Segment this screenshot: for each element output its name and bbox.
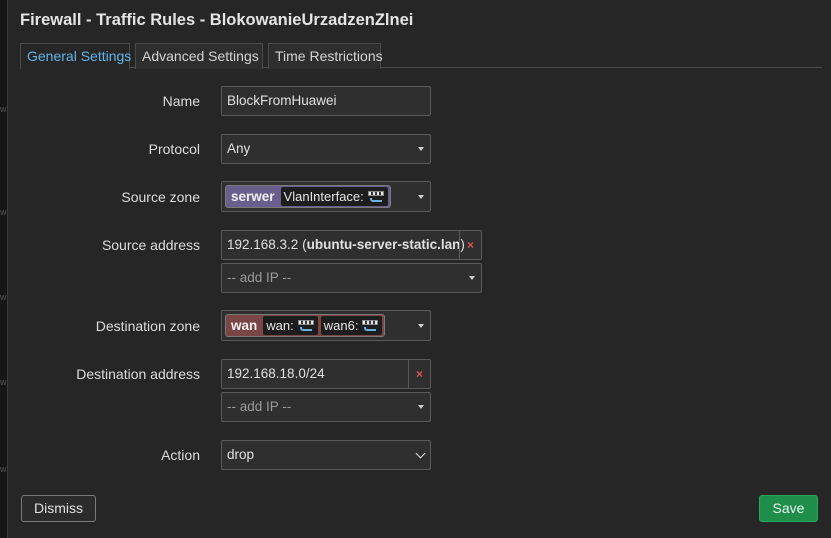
interface-label: wan6:	[323, 318, 359, 333]
caret-down-icon	[418, 194, 424, 199]
source-hostname-text: ubuntu-server-static.lan	[306, 237, 461, 252]
interface-label: VlanInterface:	[283, 189, 364, 204]
destination-ip-text: 192.168.18.0/24	[227, 366, 325, 381]
tab-time-restrictions[interactable]: Time Restrictions	[268, 43, 383, 69]
add-ip-placeholder: -- add IP --	[227, 399, 292, 414]
destination-zone-badge: wan wan: wan6:	[225, 314, 386, 337]
source-zone-interface: VlanInterface:	[280, 187, 388, 206]
action-value: drop	[227, 447, 255, 462]
tab-bar: General Settings Advanced Settings Time …	[20, 43, 822, 69]
name-label: Name	[162, 93, 200, 109]
network-port-icon	[297, 319, 315, 333]
destination-address-value[interactable]: 192.168.18.0/24 ×	[221, 359, 431, 389]
caret-down-icon	[469, 276, 475, 280]
name-input[interactable]: BlockFromHuawei	[221, 86, 431, 116]
save-button[interactable]: Save	[759, 495, 818, 522]
destination-zone-interface-wan6: wan6:	[320, 316, 383, 335]
network-port-icon	[367, 190, 385, 204]
remove-destination-address-button[interactable]: ×	[408, 360, 430, 388]
tab-general-settings[interactable]: General Settings	[20, 43, 131, 69]
action-label: Action	[161, 447, 200, 463]
source-add-ip-select[interactable]: -- add IP --	[221, 263, 482, 293]
tab-advanced-settings[interactable]: Advanced Settings	[135, 43, 263, 69]
source-ip-text: 192.168.3.2 (	[227, 237, 307, 252]
traffic-rule-dialog: Firewall - Traffic Rules - BlokowanieUrz…	[7, 0, 831, 538]
action-select[interactable]: drop	[221, 440, 431, 470]
interface-label: wan:	[266, 318, 294, 333]
destination-zone-label: Destination zone	[95, 318, 200, 334]
destination-add-ip-select[interactable]: -- add IP --	[221, 392, 431, 422]
caret-down-icon	[418, 147, 424, 151]
destination-zone-select[interactable]: wan wan: wan6:	[221, 310, 431, 341]
source-zone-select[interactable]: serwer VlanInterface:	[221, 181, 431, 212]
source-address-value[interactable]: 192.168.3.2 (ubuntu-server-static.lan) ×	[221, 230, 482, 260]
source-zone-label: Source zone	[121, 189, 200, 205]
protocol-value: Any	[227, 141, 251, 156]
source-zone-name: serwer	[231, 189, 275, 204]
dismiss-button[interactable]: Dismiss	[21, 495, 96, 522]
remove-source-address-button[interactable]: ×	[459, 231, 481, 259]
source-address-label: Source address	[101, 237, 200, 253]
dialog-title: Firewall - Traffic Rules - BlokowanieUrz…	[20, 11, 414, 29]
protocol-select[interactable]: Any	[221, 134, 431, 164]
destination-zone-name: wan	[231, 318, 258, 333]
caret-down-icon	[418, 405, 424, 409]
add-ip-placeholder: -- add IP --	[227, 270, 292, 285]
destination-zone-interface-wan: wan:	[263, 316, 318, 335]
source-zone-badge: serwer VlanInterface:	[225, 185, 391, 208]
destination-address-label: Destination address	[76, 366, 200, 382]
network-port-icon	[361, 319, 379, 333]
caret-down-icon	[418, 323, 424, 328]
protocol-label: Protocol	[148, 141, 200, 157]
chevron-down-icon	[415, 448, 426, 459]
